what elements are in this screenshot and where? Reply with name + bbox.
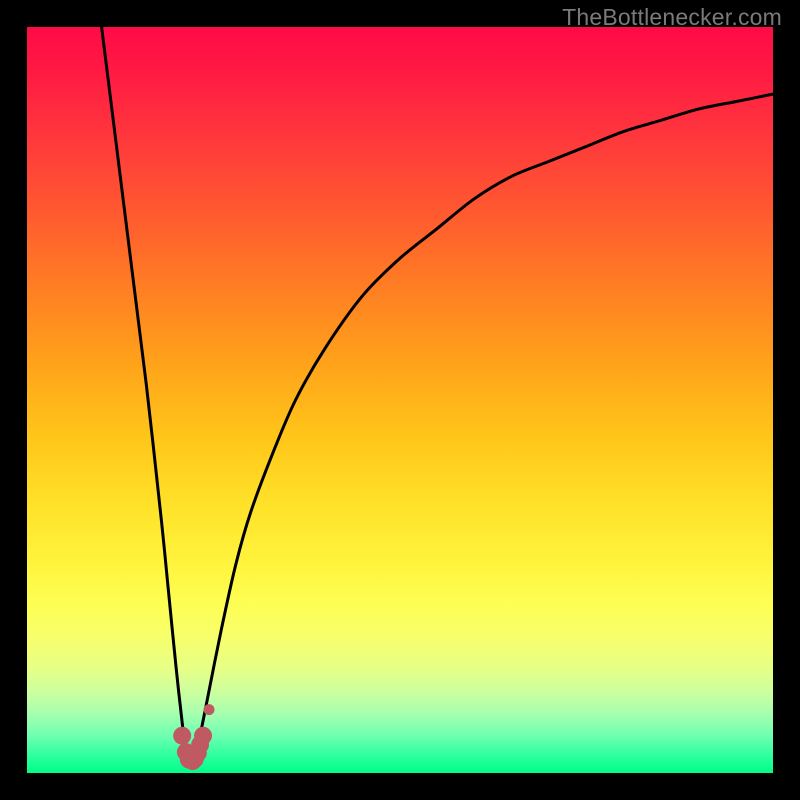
chart-svg <box>27 27 773 773</box>
optimum-marker-point <box>204 704 215 715</box>
optimum-marker-point <box>173 727 191 745</box>
optimum-marker-point <box>194 727 212 745</box>
attribution-text: TheBottlenecker.com <box>562 4 782 31</box>
bottleneck-curve-line <box>102 27 773 766</box>
optimum-marker-group <box>173 704 214 770</box>
chart-plot-area <box>27 27 773 773</box>
